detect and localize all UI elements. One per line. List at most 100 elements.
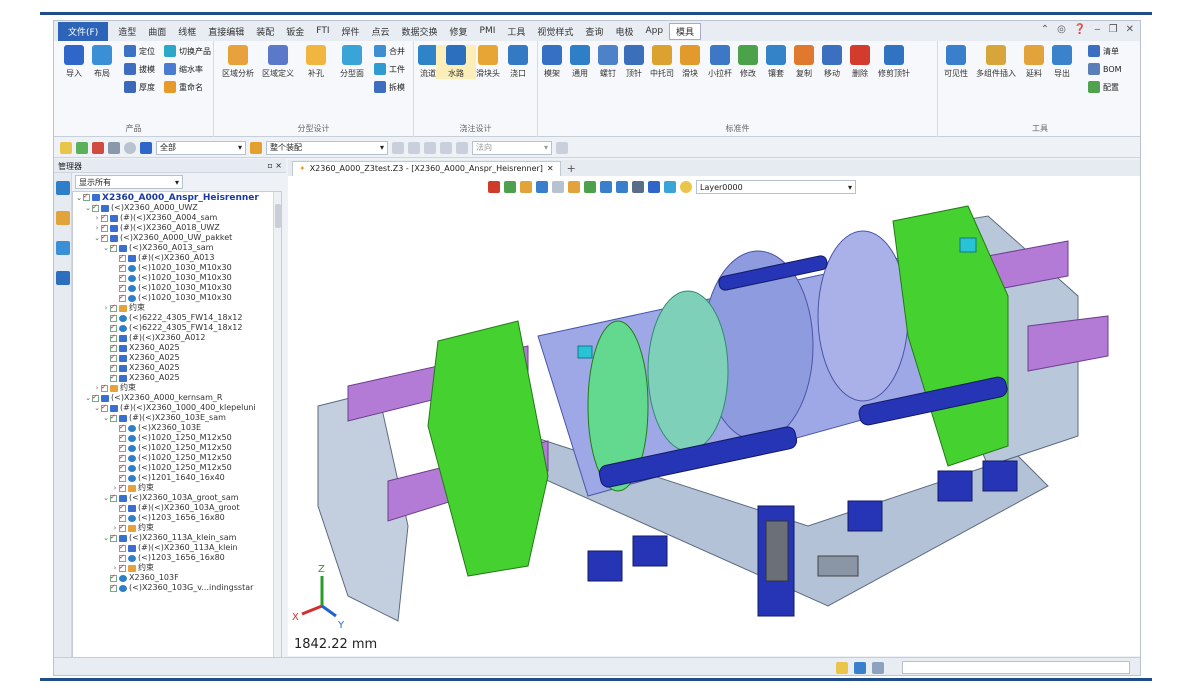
menu-item[interactable]: 点云 (365, 25, 395, 38)
tree-node[interactable]: (<)6222_4305_FW14_18x12 (73, 322, 281, 333)
chevron-down-icon[interactable]: ⌄ (84, 203, 92, 213)
workpiece-button[interactable]: 工件 (374, 63, 405, 75)
menu-item[interactable]: 装配 (250, 25, 280, 38)
chevron-down-icon[interactable]: ⌄ (102, 493, 110, 503)
visibility-checkbox[interactable] (110, 302, 117, 312)
visibility-checkbox[interactable] (119, 562, 126, 572)
collapse-ribbon-icon[interactable]: ⌃ (1041, 24, 1049, 35)
visibility-checkbox[interactable] (110, 492, 117, 502)
chevron-down-icon[interactable]: ⌄ (93, 403, 101, 413)
visibility-checkbox[interactable] (83, 192, 90, 201)
tree-node[interactable]: (<)1020_1030_M10x30 (73, 292, 281, 303)
scope-select[interactable]: 整个装配 ▾ (266, 140, 388, 155)
visibility-checkbox[interactable] (119, 542, 126, 552)
menu-item[interactable]: 焊件 (335, 25, 365, 38)
chevron-right-icon[interactable]: › (102, 303, 110, 313)
snap-icon[interactable] (408, 141, 420, 154)
locate-button[interactable]: 定位 (124, 45, 155, 57)
visibility-checkbox[interactable] (110, 362, 117, 372)
menu-item[interactable]: 造型 (112, 25, 142, 38)
visibility-checkbox[interactable] (110, 572, 117, 582)
direction-select[interactable]: 法向 ▾ (472, 140, 552, 155)
snap-icon[interactable] (424, 141, 436, 154)
visibility-checkbox[interactable] (110, 582, 117, 592)
snap-icon[interactable] (456, 141, 468, 154)
tree-node[interactable]: ⌄ (<)X2360_A013_sam (73, 242, 281, 253)
menu-item[interactable]: 工具 (501, 25, 531, 38)
tree-node[interactable]: ⌄ (<)X2360_A000_UW_pakket (73, 232, 281, 243)
tree-node[interactable]: (<)6222_4305_FW14_18x12 (73, 312, 281, 323)
close-tab-icon[interactable]: ✕ (547, 164, 554, 173)
merge-button[interactable]: 合并 (374, 45, 405, 57)
tree-node[interactable]: X2360_A025 (73, 362, 281, 373)
circle-icon[interactable] (124, 141, 136, 154)
filter-select[interactable]: 全部 ▾ (156, 140, 246, 155)
tree-node[interactable]: (<)1020_1250_M12x50 (73, 442, 281, 453)
settings-icon[interactable]: ◎ (1057, 24, 1066, 35)
tree-node[interactable]: (<)1203_1656_16x80 (73, 512, 281, 523)
command-input[interactable] (902, 661, 1130, 674)
visibility-checkbox[interactable] (119, 482, 126, 492)
menu-item[interactable]: App (639, 26, 669, 36)
visibility-checkbox[interactable] (101, 382, 108, 392)
visibility-checkbox[interactable] (119, 502, 126, 512)
tree-node[interactable]: ⌄ (#)(<)X2360_103E_sam (73, 412, 281, 423)
tree-node[interactable]: (<)1020_1250_M12x50 (73, 432, 281, 443)
chevron-down-icon[interactable]: ⌄ (84, 393, 92, 403)
shape-icon[interactable] (108, 141, 120, 154)
visibility-checkbox[interactable] (110, 342, 117, 352)
patch-hole-button[interactable]: 补孔 (296, 45, 336, 79)
visibility-checkbox[interactable] (101, 212, 108, 222)
menu-item[interactable]: 钣金 (280, 25, 310, 38)
select-icon[interactable] (60, 141, 72, 154)
visibility-checkbox[interactable] (119, 452, 126, 462)
visibility-checkbox[interactable] (119, 252, 126, 262)
visibility-checkbox[interactable] (110, 532, 117, 542)
rename-button[interactable]: 重命名 (164, 81, 203, 93)
restore-icon[interactable]: ❐ (1109, 24, 1118, 35)
tree-node[interactable]: ⌄ (#)(<)X2360_1000_400_klepeluni (73, 402, 281, 413)
tree-node[interactable]: (#)(<)X2360_A013 (73, 252, 281, 263)
chevron-down-icon[interactable]: ⌄ (102, 243, 110, 253)
area-define-button[interactable]: 区域定义 (258, 45, 298, 79)
panel-close-icon[interactable]: ▫ × (267, 161, 282, 170)
tree-node[interactable]: ›约束 (73, 302, 281, 313)
history-tab-icon[interactable] (56, 211, 70, 225)
tree-node[interactable]: (<)1020_1030_M10x30 (73, 282, 281, 293)
visibility-checkbox[interactable] (101, 232, 108, 242)
config-button[interactable]: 配置 (1088, 81, 1119, 93)
area-analysis-button[interactable]: 区域分析 (218, 45, 258, 79)
tree-filter-select[interactable]: 显示所有 ▾ (75, 175, 183, 189)
menu-item[interactable]: FTI (310, 26, 335, 36)
filter-icon[interactable] (140, 141, 152, 154)
layer-tab-icon[interactable] (56, 241, 70, 255)
visibility-checkbox[interactable] (110, 372, 117, 382)
tree-node[interactable]: (<)1201_1640_16x40 (73, 472, 281, 483)
document-tab[interactable]: ✦ X2360_A000_Z3test.Z3 - [X2360_A000_Ans… (292, 160, 561, 176)
3d-viewport[interactable]: Layer0000 ▾ X Y Z 1842.22 mm (288, 176, 1140, 656)
tree-node[interactable]: (#)(<)X2360_103A_groot (73, 502, 281, 513)
trim-ejector-button[interactable]: 修剪顶针 (874, 45, 914, 79)
menu-item[interactable]: 电极 (609, 25, 639, 38)
tree-node[interactable]: (#)(<)X2360_A012 (73, 332, 281, 343)
chevron-down-icon[interactable]: ⌄ (102, 413, 110, 423)
list-button[interactable]: 清单 (1088, 45, 1119, 57)
visibility-checkbox[interactable] (119, 512, 126, 522)
tree-node[interactable]: X2360_A025 (73, 352, 281, 363)
tree-node[interactable]: X2360_A025 (73, 342, 281, 353)
visibility-checkbox[interactable] (119, 552, 126, 562)
assembly-tree-tab-icon[interactable] (56, 181, 70, 195)
visibility-checkbox[interactable] (101, 222, 108, 232)
layout-button[interactable]: 布局 (82, 45, 122, 79)
tree-node[interactable]: (<)1203_1656_16x80 (73, 552, 281, 563)
menu-item[interactable]: PMI (474, 26, 502, 36)
tree-node[interactable]: ›约束 (73, 522, 281, 533)
tree-node[interactable]: (<)1020_1250_M12x50 (73, 462, 281, 473)
chevron-down-icon[interactable]: ⌄ (93, 233, 101, 243)
tree-node[interactable]: (<)X2360_103E (73, 422, 281, 433)
visibility-checkbox[interactable] (119, 422, 126, 432)
tree-node[interactable]: ›约束 (73, 382, 281, 393)
chevron-right-icon[interactable]: › (93, 223, 101, 233)
tree-node[interactable]: X2360_103F (73, 572, 281, 583)
menu-item[interactable]: 视觉样式 (531, 25, 579, 38)
